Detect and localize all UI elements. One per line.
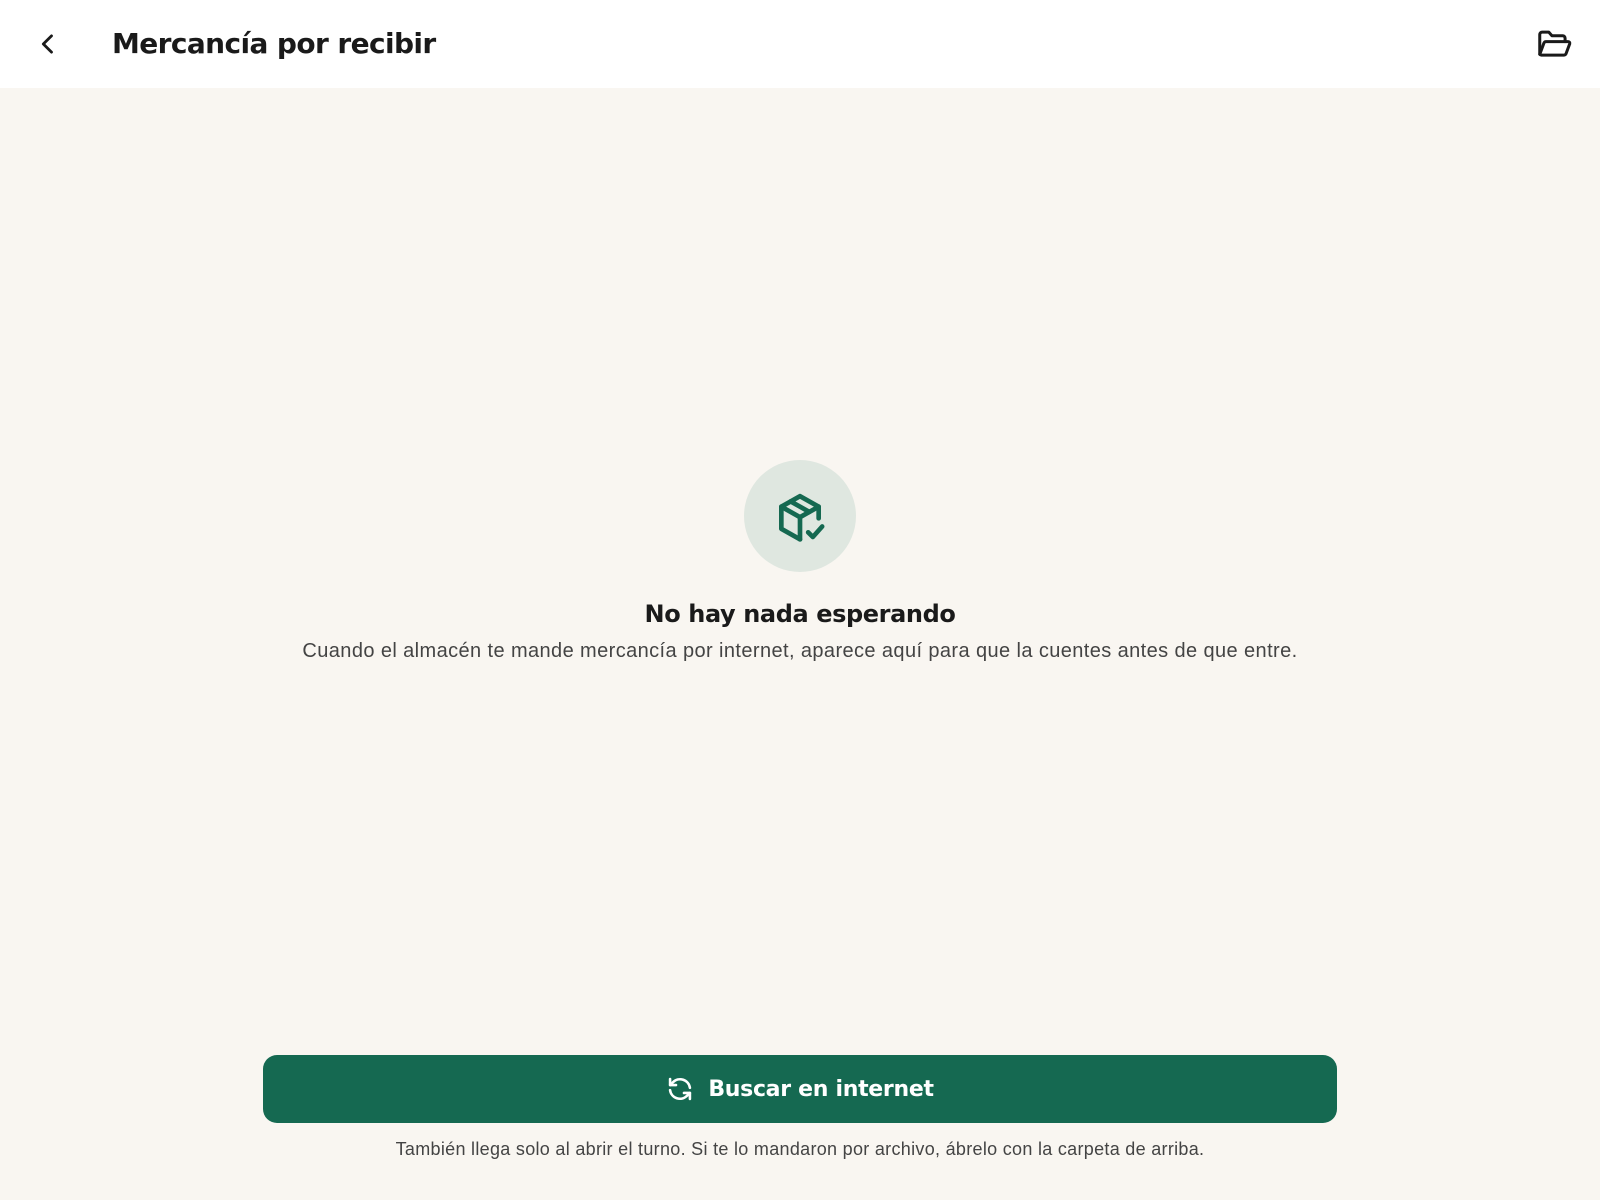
empty-state-title: No hay nada esperando	[644, 600, 956, 628]
top-app-bar: Mercancía por recibir	[0, 0, 1600, 88]
helper-footnote: También llega solo al abrir el turno. Si…	[395, 1139, 1205, 1159]
search-online-button[interactable]: Buscar en internet	[263, 1055, 1337, 1123]
package-check-icon	[779, 493, 825, 542]
back-button[interactable]	[24, 20, 72, 68]
folder-open-icon	[1538, 30, 1572, 57]
empty-state: No hay nada esperando Cuando el almacén …	[0, 460, 1600, 666]
page-title: Mercancía por recibir	[112, 27, 436, 60]
empty-state-icon-circle	[744, 460, 856, 572]
open-file-button[interactable]	[1528, 18, 1580, 70]
chevron-left-icon	[41, 34, 53, 54]
search-online-button-label: Buscar en internet	[708, 1076, 934, 1102]
empty-state-description: Cuando el almacén te mande mercancía por…	[302, 640, 1298, 662]
refresh-icon	[669, 1077, 692, 1101]
